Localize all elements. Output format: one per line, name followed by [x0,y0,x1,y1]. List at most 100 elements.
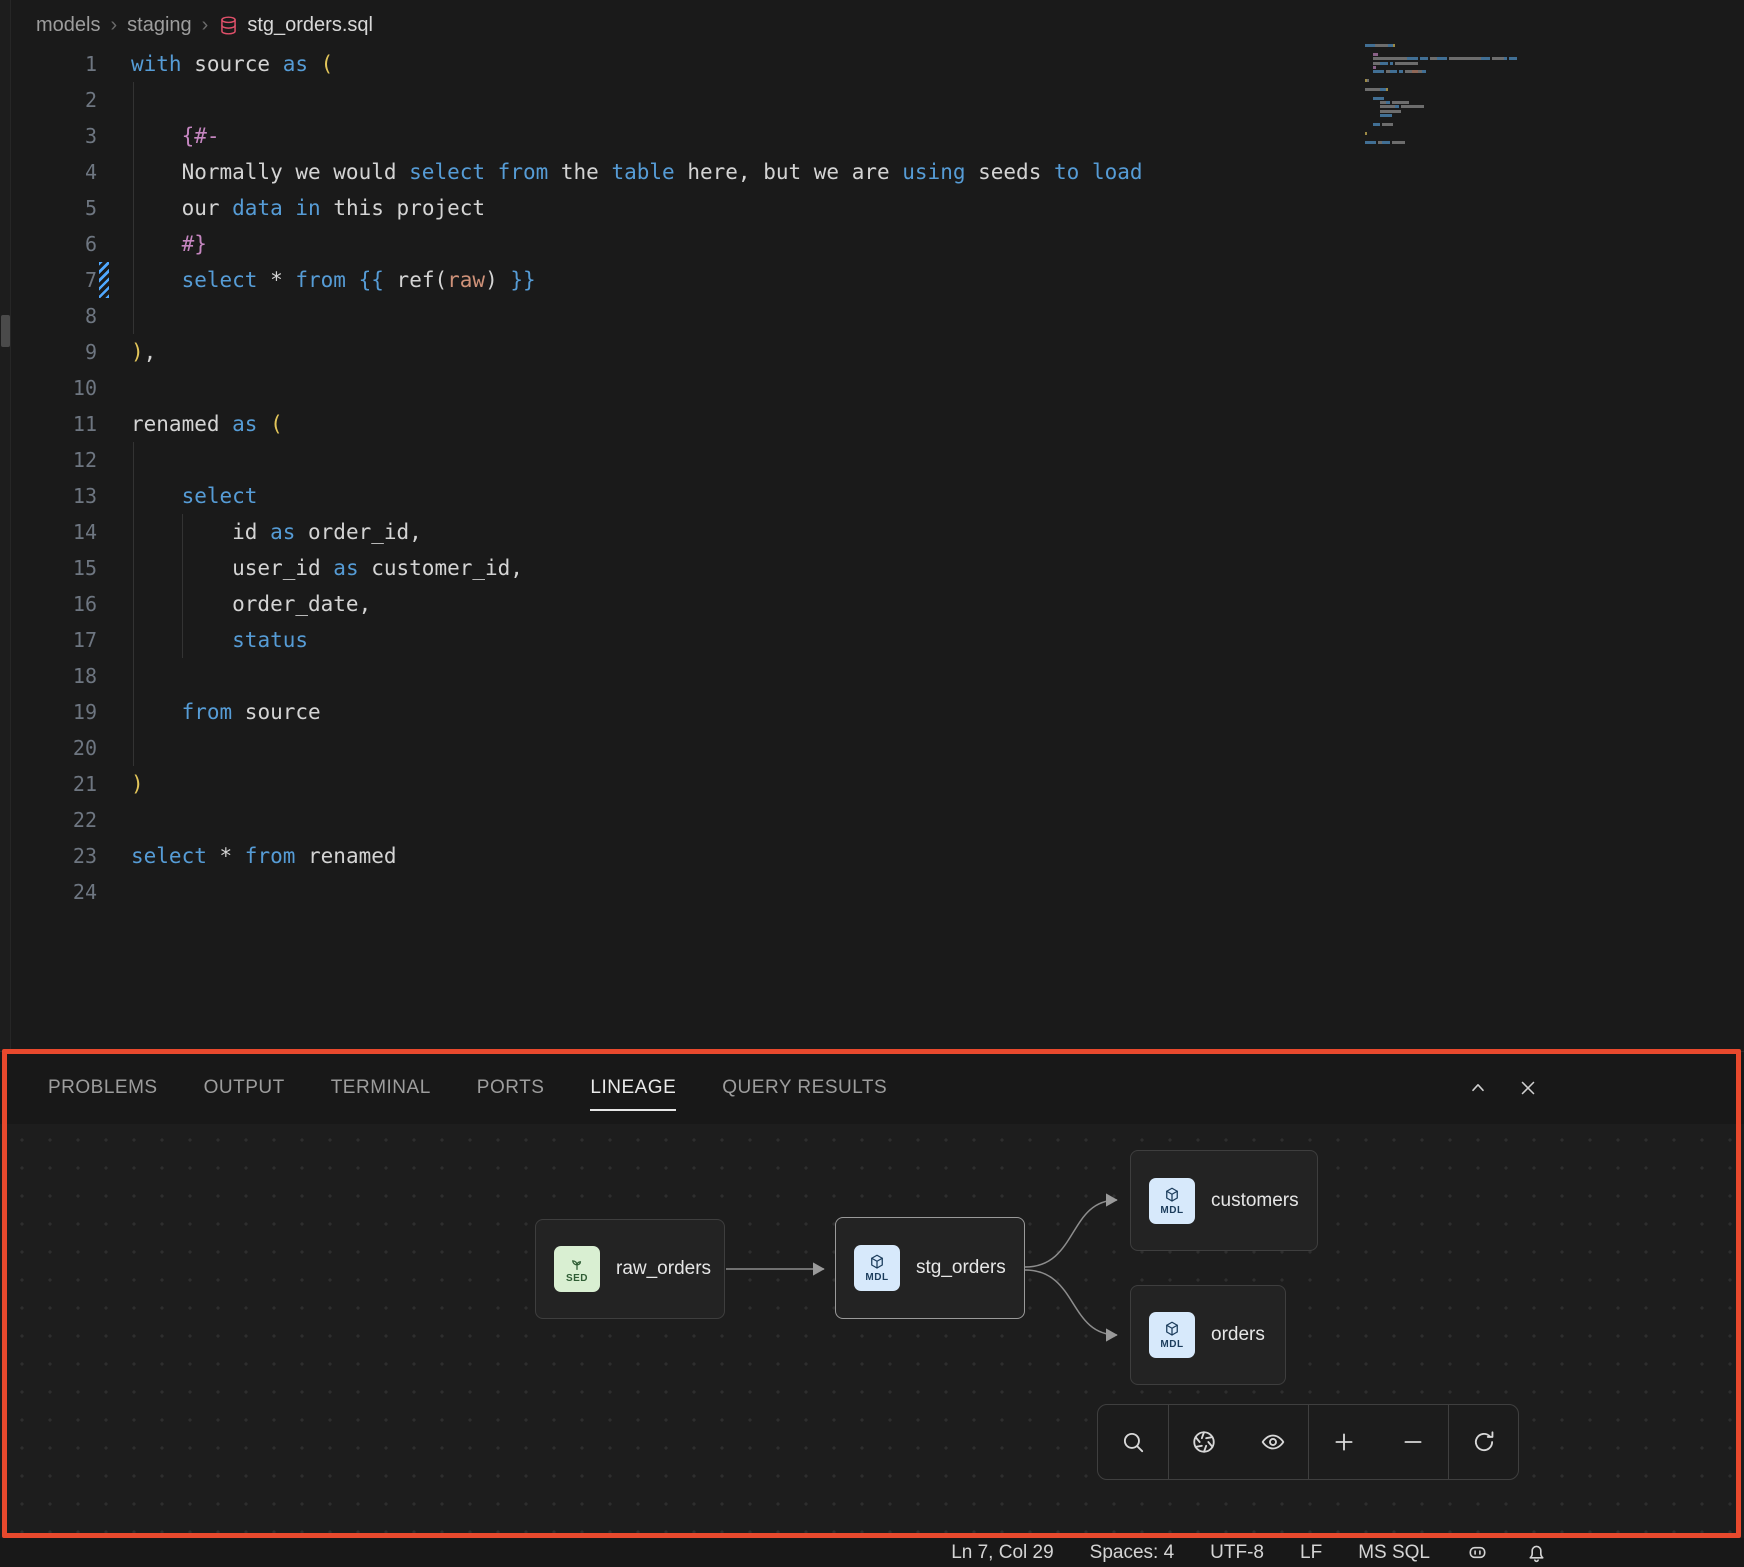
status-item-ms-sql[interactable]: MS SQL [1358,1542,1430,1564]
status-bar: Ln 7, Col 29 Spaces: 4 UTF-8 LF MS SQL [0,1538,1744,1567]
line-number[interactable]: 12 [0,442,97,478]
code-line[interactable]: select * from renamed [131,838,1143,874]
panel-tab-problems[interactable]: PROBLEMS [48,1052,158,1124]
panel-tab-terminal[interactable]: TERMINAL [331,1052,431,1124]
code-line[interactable] [131,82,1143,118]
database-icon [218,15,239,36]
line-number[interactable]: 17 [0,622,97,658]
lineage-node-label: customers [1211,1190,1299,1212]
code-line[interactable]: order_date, [131,586,1143,622]
gutter-change-marker [99,262,109,298]
breadcrumb-item-staging[interactable]: staging [127,14,192,37]
line-number[interactable]: 16 [0,586,97,622]
line-number[interactable]: 3 [0,118,97,154]
bottom-panel: PROBLEMS OUTPUT TERMINAL PORTS LINEAGE QUERY … [0,1051,1744,1538]
breadcrumb: models › staging › stg_orders.sql [36,0,373,50]
line-number[interactable]: 18 [0,658,97,694]
lineage-node-customers[interactable]: MDL customers [1130,1150,1318,1251]
zoom-in-button[interactable] [1308,1405,1378,1479]
status-item-lf[interactable]: LF [1300,1542,1322,1564]
lineage-node-stg_orders[interactable]: MDL stg_orders [835,1217,1025,1319]
lineage-toolbar [1097,1404,1519,1480]
copilot-icon[interactable] [1466,1541,1489,1564]
zoom-out-button[interactable] [1378,1405,1448,1479]
gutter[interactable]: 123456789101112131415161718192021222324 [0,46,97,910]
line-number[interactable]: 8 [0,298,97,334]
code-line[interactable]: #} [131,226,1143,262]
bell-icon[interactable] [1525,1541,1548,1564]
line-number[interactable]: 23 [0,838,97,874]
lineage-canvas[interactable]: SEDraw_ordersMDLstg_ordersMDLcustomersMD… [0,1124,1744,1539]
line-number[interactable]: 13 [0,478,97,514]
seed-badge-icon: SED [554,1246,600,1292]
code-line[interactable] [131,442,1143,478]
code-line[interactable]: from source [131,694,1143,730]
breadcrumb-separator-icon: › [202,14,209,37]
code-line[interactable] [131,658,1143,694]
status-item-utf-8[interactable]: UTF-8 [1210,1542,1264,1564]
chevron-up-icon[interactable] [1467,1077,1489,1099]
code-line[interactable]: select * from {{ ref(raw) }} [131,262,1143,298]
code-line[interactable]: ), [131,334,1143,370]
editor-area[interactable]: models›staging›stg_orders.sql 1234567891… [0,0,1744,1051]
line-number[interactable]: 1 [0,46,97,82]
model-badge-icon: MDL [854,1245,900,1291]
breadcrumb-file[interactable]: stg_orders.sql [218,14,373,37]
lineage-node-raw_orders[interactable]: SED raw_orders [535,1219,725,1319]
panel-actions [1467,1052,1539,1124]
code-line[interactable]: status [131,622,1143,658]
line-number[interactable]: 22 [0,802,97,838]
line-number[interactable]: 15 [0,550,97,586]
model-badge-icon: MDL [1149,1178,1195,1224]
line-number[interactable]: 6 [0,226,97,262]
code-line[interactable]: ) [131,766,1143,802]
code-line[interactable]: Normally we would select from the table … [131,154,1143,190]
code-line[interactable]: id as order_id, [131,514,1143,550]
lineage-node-label: raw_orders [616,1258,711,1280]
line-number[interactable]: 9 [0,334,97,370]
code-editor[interactable]: with source as ( {#- Normally we would s… [131,46,1143,910]
code-line[interactable]: select [131,478,1143,514]
lineage-node-label: orders [1211,1324,1265,1346]
lineage-node-orders[interactable]: MDL orders [1130,1285,1286,1385]
line-number[interactable]: 5 [0,190,97,226]
code-line[interactable]: with source as ( [131,46,1143,82]
line-number[interactable]: 21 [0,766,97,802]
aperture-button[interactable] [1168,1405,1238,1479]
line-number[interactable]: 4 [0,154,97,190]
close-icon[interactable] [1517,1077,1539,1099]
search-button[interactable] [1098,1405,1168,1479]
line-number[interactable]: 14 [0,514,97,550]
breadcrumb-item-models[interactable]: models [36,14,100,37]
breadcrumb-separator-icon: › [110,14,117,37]
line-number[interactable]: 19 [0,694,97,730]
panel-tab-output[interactable]: OUTPUT [204,1052,285,1124]
line-number[interactable]: 2 [0,82,97,118]
panel-tab-query-results[interactable]: QUERY RESULTS [722,1052,887,1124]
lineage-node-label: stg_orders [916,1257,1006,1279]
panel-tab-ports[interactable]: PORTS [477,1052,545,1124]
model-badge-icon: MDL [1149,1312,1195,1358]
line-number[interactable]: 10 [0,370,97,406]
code-line[interactable]: our data in this project [131,190,1143,226]
minimap[interactable] [1365,44,1530,149]
line-number[interactable]: 20 [0,730,97,766]
line-number[interactable]: 11 [0,406,97,442]
code-line[interactable] [131,874,1143,910]
eye-button[interactable] [1238,1405,1308,1479]
line-number[interactable]: 24 [0,874,97,910]
code-line[interactable] [131,298,1143,334]
code-line[interactable] [131,730,1143,766]
code-line[interactable]: {#- [131,118,1143,154]
line-number[interactable]: 7 [0,262,97,298]
code-line[interactable]: renamed as ( [131,406,1143,442]
refresh-button[interactable] [1448,1405,1518,1479]
code-line[interactable]: user_id as customer_id, [131,550,1143,586]
status-item-ln-7-col-29[interactable]: Ln 7, Col 29 [951,1542,1053,1564]
vscode-window: models›staging›stg_orders.sql 1234567891… [0,0,1744,1567]
breadcrumb-filename: stg_orders.sql [247,14,373,37]
code-line[interactable] [131,802,1143,838]
panel-tab-lineage[interactable]: LINEAGE [590,1052,676,1124]
status-item-spaces-4[interactable]: Spaces: 4 [1090,1542,1175,1564]
code-line[interactable] [131,370,1143,406]
